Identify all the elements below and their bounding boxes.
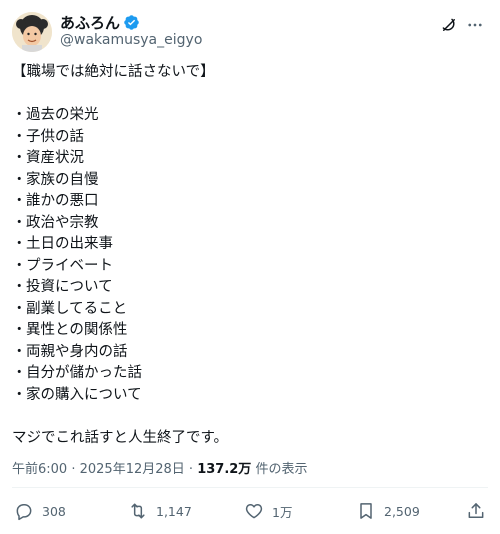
- verified-badge-icon: [123, 14, 140, 31]
- post-title: 【職場では絶対に話さないで】: [12, 64, 215, 80]
- avatar[interactable]: [12, 12, 52, 52]
- post-header: あふろん @wakamusya_eigyo: [12, 10, 488, 54]
- share-button[interactable]: [466, 498, 486, 524]
- meta-separator: ·: [184, 462, 198, 477]
- list-item: ・土日の出来事: [12, 234, 488, 256]
- list-item-text: 家族の自慢: [26, 171, 99, 188]
- list-item-text: 家の購入について: [26, 386, 142, 403]
- list-item-text: 副業してること: [26, 300, 128, 317]
- reply-count: 308: [42, 503, 66, 519]
- author-handle[interactable]: @wakamusya_eigyo: [60, 32, 202, 48]
- list-item-text: 過去の栄光: [26, 107, 99, 123]
- bullet-mark: ・: [12, 150, 27, 166]
- list-item-text: 土日の出来事: [26, 236, 113, 252]
- bullet-mark: ・: [12, 107, 27, 123]
- list-item-text: 異性との関係性: [26, 322, 128, 338]
- share-icon: [468, 503, 484, 518]
- bullet-mark: ・: [12, 365, 27, 381]
- list-item: ・子供の話: [12, 127, 488, 149]
- list-item: ・過去の栄光: [12, 105, 488, 127]
- list-item-text: 誰かの悪口: [26, 193, 99, 209]
- bullet-mark: ・: [12, 386, 27, 403]
- bullet-mark: ・: [12, 193, 27, 209]
- bullet-mark: ・: [12, 322, 27, 338]
- list-item-text: 投資について: [26, 279, 113, 295]
- list-item-text: 政治や宗教: [26, 214, 99, 231]
- reply-button[interactable]: 308: [14, 498, 66, 524]
- post-date[interactable]: 2025年12月28日: [80, 462, 185, 477]
- list-item: ・異性との関係性: [12, 320, 488, 342]
- post-time[interactable]: 午前6:00: [12, 462, 67, 477]
- like-count: 1万: [272, 504, 293, 520]
- bookmark-button[interactable]: 2,509: [356, 498, 420, 524]
- post-meta: 午前6:00 · 2025年12月28日 · 137.2万 件の表示: [12, 458, 307, 477]
- meta-separator: ·: [67, 462, 80, 477]
- bullet-mark: ・: [12, 300, 27, 317]
- like-button[interactable]: 1万: [244, 498, 292, 524]
- list-item: ・政治や宗教: [12, 213, 488, 235]
- name-row: あふろん: [60, 12, 140, 32]
- topic-list: ・過去の栄光 ・子供の話 ・資産状況 ・家族の自慢 ・誰かの悪口 ・政治や宗教 ・土日の出来…: [12, 105, 488, 406]
- list-item-text: 資産状況: [26, 150, 84, 166]
- list-item: ・自分が儲かった話: [12, 363, 488, 385]
- more-icon[interactable]: [464, 14, 486, 36]
- repost-count: 1,147: [156, 503, 192, 519]
- bullet-mark: ・: [12, 214, 27, 231]
- views-count: 137.2万: [197, 462, 252, 477]
- bookmark-icon: [360, 503, 372, 519]
- repost-icon: [131, 503, 145, 519]
- bullet-mark: ・: [12, 257, 27, 274]
- list-item: ・誰かの悪口: [12, 191, 488, 213]
- list-item: ・プライベート: [12, 256, 488, 278]
- list-item: ・家の購入について: [12, 385, 488, 407]
- bullet-mark: ・: [12, 343, 27, 360]
- list-item-text: プライベート: [26, 257, 113, 274]
- divider: [12, 487, 488, 488]
- bookmark-count: 2,509: [384, 503, 420, 519]
- bullet-mark: ・: [12, 236, 27, 252]
- grok-icon[interactable]: [438, 14, 460, 36]
- list-item: ・家族の自慢: [12, 170, 488, 192]
- list-item: ・投資について: [12, 277, 488, 299]
- list-item: ・資産状況: [12, 148, 488, 170]
- list-item-text: 両親や身内の話: [26, 343, 128, 360]
- post-closing: マジでこれ話すと人生終了です。: [12, 429, 229, 446]
- bullet-mark: ・: [12, 128, 27, 145]
- bullet-mark: ・: [12, 171, 27, 188]
- bullet-mark: ・: [12, 279, 27, 295]
- post-text: 【職場では絶対に話さないで】 ・過去の栄光 ・子供の話 ・資産状況 ・家族の自慢 ・誰か…: [12, 62, 488, 449]
- action-bar: 308 1,147 1万 2,509: [12, 498, 488, 524]
- list-item-text: 子供の話: [26, 128, 84, 145]
- views-label: 件の表示: [251, 462, 308, 477]
- repost-button[interactable]: 1,147: [128, 498, 192, 524]
- like-icon: [245, 504, 263, 519]
- reply-icon: [16, 504, 32, 521]
- list-item: ・副業してること: [12, 299, 488, 321]
- list-item-text: 自分が儲かった話: [26, 365, 142, 381]
- list-item: ・両親や身内の話: [12, 342, 488, 364]
- display-name[interactable]: あふろん: [60, 12, 120, 33]
